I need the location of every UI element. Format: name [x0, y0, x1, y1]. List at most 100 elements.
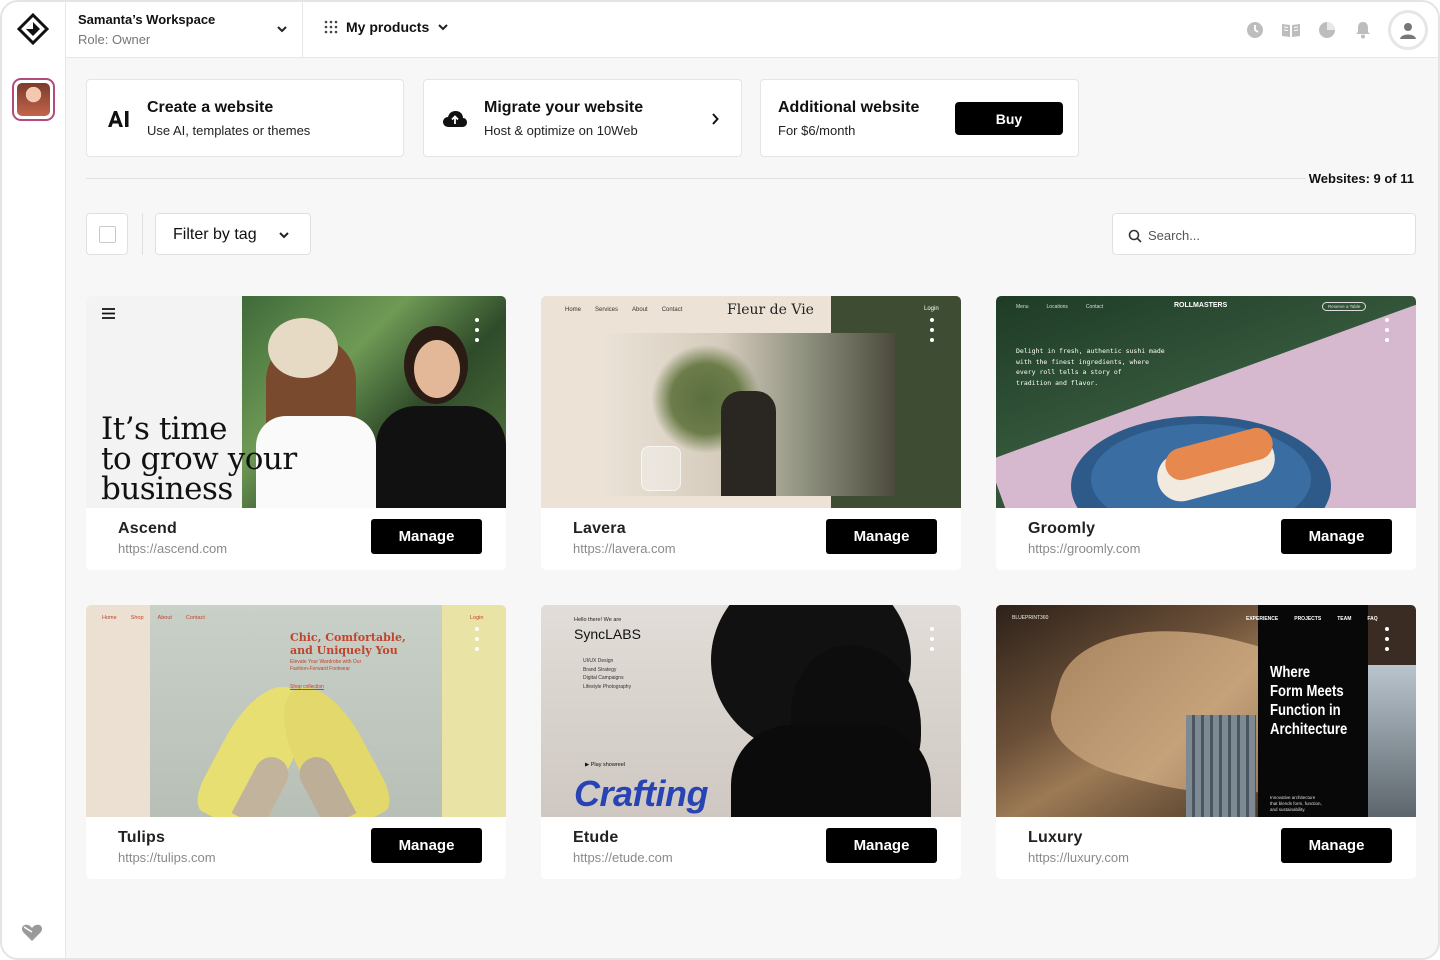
site-card-tulips: Home Shop About Contact Login Chic, Comfort…: [86, 605, 506, 879]
more-options-icon[interactable]: [1384, 318, 1390, 342]
search-input[interactable]: [1148, 224, 1398, 246]
site-name: Groomly: [1028, 520, 1096, 537]
profile-avatar[interactable]: [1388, 10, 1428, 50]
my-products-menu[interactable]: My products: [324, 19, 449, 35]
thumbnail-cta: Reserve a Table: [1322, 302, 1367, 311]
site-card-groomly: Menu Locations Contact ROLLMASTERS Reserve…: [996, 296, 1416, 570]
site-url[interactable]: https://lavera.com: [573, 541, 676, 556]
workspace-role: Role: Owner: [78, 32, 151, 47]
site-name: Etude: [573, 829, 619, 846]
thumbnail-nav: Home Services About Contact: [565, 307, 683, 313]
site-url[interactable]: https://etude.com: [573, 850, 673, 865]
ai-icon: [108, 111, 129, 127]
workspace-avatar[interactable]: [12, 78, 55, 121]
site-thumbnail[interactable]: BLUEPRINT360 EXPERIENCE PROJECTS TEAM FAQ W…: [996, 605, 1416, 817]
thumbnail-nav: Menu Locations Contact: [1016, 304, 1104, 310]
site-url[interactable]: https://tulips.com: [118, 850, 216, 865]
site-url[interactable]: https://luxury.com: [1028, 850, 1129, 865]
top-bar: Samanta’s Workspace Role: Owner My produ…: [66, 2, 1438, 58]
thumbnail-brand: SyncLABS: [574, 626, 641, 642]
divider: [86, 178, 1306, 179]
manage-button[interactable]: Manage: [371, 828, 482, 863]
thumbnail-login: Login: [470, 615, 484, 621]
buy-button[interactable]: Buy: [955, 102, 1063, 135]
site-thumbnail[interactable]: Home Shop About Contact Login Chic, Comfort…: [86, 605, 506, 817]
site-thumbnail[interactable]: It’s time to grow your business: [86, 296, 506, 508]
thumbnail-link: Shop collection: [290, 684, 324, 690]
site-card-ascend: It’s time to grow your business Ascend h…: [86, 296, 506, 570]
thumbnail-headline: Chic, Comfortable, and Uniquely You: [290, 631, 406, 657]
manage-button[interactable]: Manage: [1281, 519, 1392, 554]
select-all-checkbox[interactable]: [86, 213, 128, 255]
chevron-down-icon: [277, 26, 287, 33]
more-options-icon[interactable]: [474, 318, 480, 342]
thumbnail-subtext: Innovative architecture that blends form,…: [1270, 795, 1322, 812]
site-url[interactable]: https://ascend.com: [118, 541, 227, 556]
left-rail: [2, 2, 66, 958]
site-card-luxury: BLUEPRINT360 EXPERIENCE PROJECTS TEAM FAQ W…: [996, 605, 1416, 879]
manage-button[interactable]: Manage: [371, 519, 482, 554]
migrate-website-title: Migrate your website: [484, 99, 644, 116]
thumbnail-headline: Crafting: [574, 773, 709, 814]
site-name: Luxury: [1028, 829, 1083, 846]
history-icon[interactable]: [1244, 19, 1266, 41]
site-name: Ascend: [118, 520, 177, 537]
site-url[interactable]: https://groomly.com: [1028, 541, 1140, 556]
chevron-right-icon: [712, 113, 719, 125]
site-thumbnail[interactable]: Home Services About Contact Fleur de Vie Lo…: [541, 296, 961, 508]
app-window: Samanta’s Workspace Role: Owner My produ…: [0, 0, 1440, 960]
thumbnail-headline: It’s time to grow your business: [101, 411, 297, 507]
filter-by-tag-dropdown[interactable]: Filter by tag: [155, 213, 311, 255]
more-options-icon[interactable]: [929, 627, 935, 651]
migrate-website-card[interactable]: Migrate your website Host & optimize on …: [423, 79, 742, 157]
search-icon: [1128, 229, 1142, 243]
analytics-icon[interactable]: [1316, 19, 1338, 41]
divider: [142, 213, 143, 255]
workspace-name: Samanta’s Workspace: [78, 12, 216, 27]
manage-button[interactable]: Manage: [826, 828, 937, 863]
site-thumbnail[interactable]: Menu Locations Contact ROLLMASTERS Reserve…: [996, 296, 1416, 508]
logo-icon[interactable]: [16, 12, 50, 46]
thumbnail-greeting: Hello there! We are: [574, 617, 622, 623]
menu-icon: [102, 308, 115, 319]
more-options-icon[interactable]: [1384, 627, 1390, 651]
cloud-upload-icon: [443, 111, 467, 127]
grid-icon: [324, 20, 338, 34]
additional-website-card: Additional website For $6/month Buy: [760, 79, 1079, 157]
thumbnail-brand: BLUEPRINT360: [1012, 615, 1049, 621]
websites-count: Websites: 9 of 11: [1308, 171, 1414, 186]
thumbnail-nav: Home Shop About Contact: [102, 615, 205, 621]
create-website-title: Create a website: [147, 99, 274, 116]
create-website-card[interactable]: Create a website Use AI, templates or th…: [86, 79, 404, 157]
book-icon[interactable]: [1280, 19, 1302, 41]
user-icon: [1400, 23, 1416, 39]
thumbnail-brand: ROLLMASTERS: [1174, 302, 1228, 309]
additional-website-price: For $6/month: [778, 123, 856, 138]
thumbnail-services: UI/UX Design Brand Strategy Digital Campai…: [583, 658, 632, 690]
site-name: Lavera: [573, 520, 626, 537]
more-options-icon[interactable]: [474, 627, 480, 651]
my-products-label: My products: [346, 19, 430, 35]
heart-icon[interactable]: [20, 920, 44, 944]
chevron-down-icon: [438, 24, 448, 31]
thumbnail-login: Login: [924, 306, 939, 312]
thumbnail-play: ▶ Play showreel: [585, 762, 626, 768]
chevron-down-icon: [279, 232, 289, 239]
workspace-switcher[interactable]: Samanta’s Workspace Role: Owner: [66, 2, 303, 57]
thumbnail-nav: EXPERIENCE PROJECTS TEAM FAQ: [1246, 616, 1378, 622]
site-name: Tulips: [118, 829, 166, 846]
thumbnail-text: Delight in fresh, authentic sushi made wi…: [1016, 347, 1165, 387]
more-options-icon[interactable]: [929, 318, 935, 342]
thumbnail-headline: Where Form Meets Function in Architecture: [1270, 664, 1348, 738]
bell-icon[interactable]: [1352, 19, 1374, 41]
manage-button[interactable]: Manage: [826, 519, 937, 554]
manage-button[interactable]: Manage: [1281, 828, 1392, 863]
thumbnail-subtext: Elevate Your Wardrobe with Our Fashion-Fo…: [290, 659, 362, 672]
create-website-subtitle: Use AI, templates or themes: [147, 123, 311, 138]
thumbnail-brand: Fleur de Vie: [727, 302, 814, 318]
filter-label: Filter by tag: [173, 226, 257, 243]
migrate-website-subtitle: Host & optimize on 10Web: [484, 123, 638, 138]
additional-website-title: Additional website: [778, 99, 920, 116]
site-thumbnail[interactable]: Hello there! We are SyncLABS UI/UX Desig…: [541, 605, 961, 817]
top-icons: [1244, 2, 1438, 58]
